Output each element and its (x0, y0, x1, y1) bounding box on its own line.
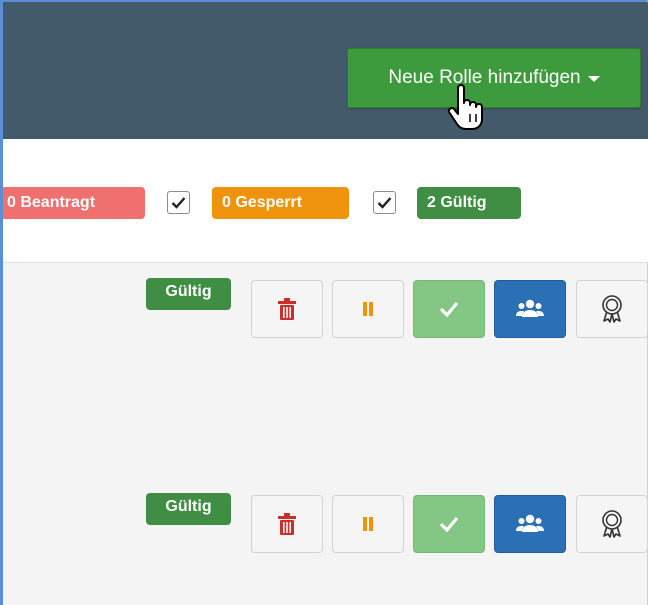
role-row: Gültig (3, 493, 648, 593)
filter-checkbox-valid[interactable] (373, 191, 396, 214)
delete-button[interactable] (251, 495, 323, 553)
trash-icon (278, 513, 296, 535)
top-bar: Neue Rolle hinzufügen (3, 2, 648, 139)
checkmark-icon (377, 197, 392, 209)
role-row: Gültig (3, 278, 648, 378)
pause-icon (363, 302, 373, 316)
trash-icon (278, 298, 296, 320)
filter-checkbox-suspended[interactable] (167, 191, 190, 214)
approve-button[interactable] (413, 280, 485, 338)
pause-icon (363, 517, 373, 531)
filter-badge-requested[interactable]: 0 Beantragt (3, 187, 145, 219)
filter-badge-suspended[interactable]: 0 Gesperrt (212, 187, 349, 219)
award-icon (602, 295, 622, 323)
checkmark-icon (171, 197, 186, 209)
members-button[interactable] (494, 495, 566, 553)
caret-down-icon (587, 76, 600, 82)
hand-pointer-icon (447, 84, 483, 130)
check-icon (439, 516, 459, 533)
status-badge: Gültig (146, 278, 231, 310)
status-badge: Gültig (146, 493, 231, 525)
users-icon (516, 514, 544, 532)
users-icon (516, 299, 544, 317)
app-frame: Neue Rolle hinzufügen 0 Beantragt 0 Gesp… (0, 0, 648, 605)
members-button[interactable] (494, 280, 566, 338)
add-role-button[interactable]: Neue Rolle hinzufügen (347, 48, 641, 108)
certificate-button[interactable] (576, 495, 648, 553)
award-icon (602, 510, 622, 538)
check-icon (439, 301, 459, 318)
delete-button[interactable] (251, 280, 323, 338)
filter-badge-valid[interactable]: 2 Gültig (417, 187, 521, 219)
certificate-button[interactable] (576, 280, 648, 338)
status-filter-bar: 0 Beantragt 0 Gesperrt 2 Gültig (3, 139, 648, 263)
approve-button[interactable] (413, 495, 485, 553)
suspend-button[interactable] (332, 280, 404, 338)
suspend-button[interactable] (332, 495, 404, 553)
